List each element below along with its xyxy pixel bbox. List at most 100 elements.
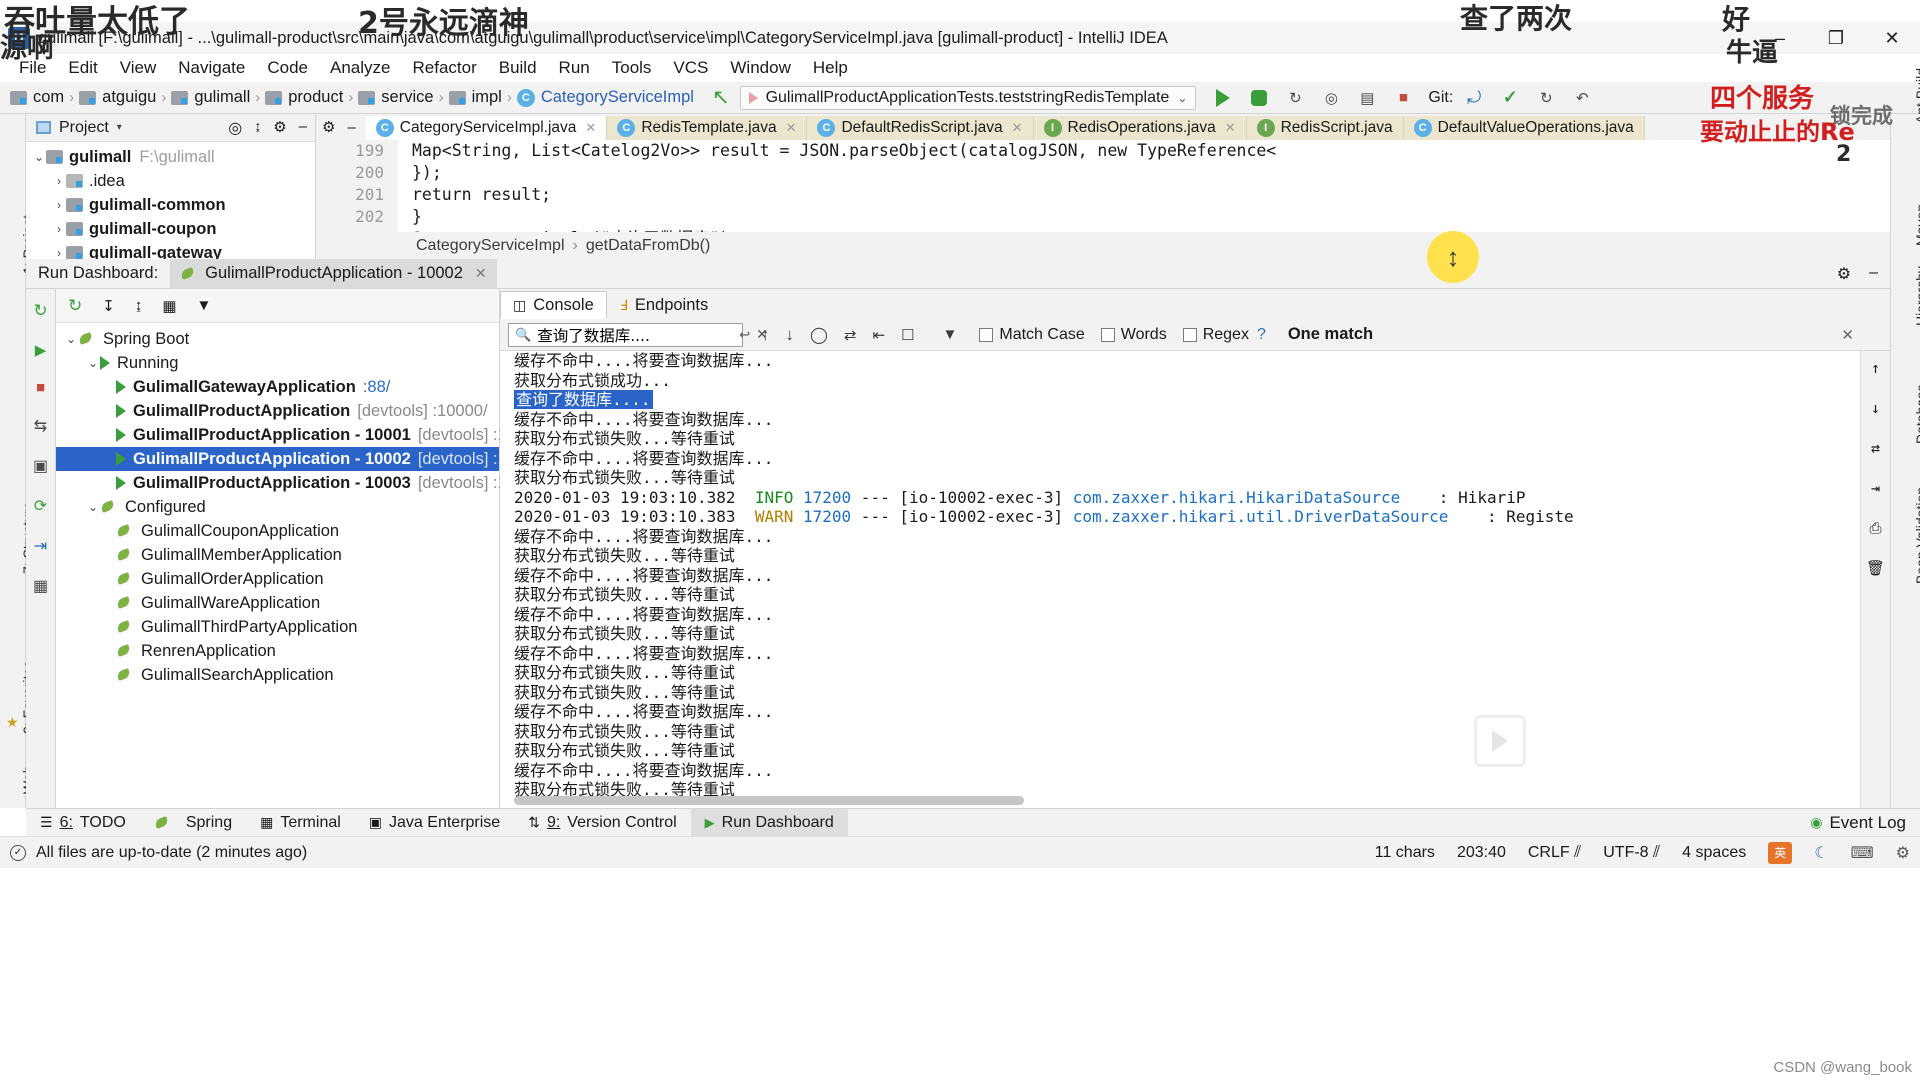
history-icon[interactable]: ↩ (739, 327, 750, 343)
words-checkbox[interactable]: Words (1100, 326, 1167, 344)
bottom-item-java-enterprise[interactable]: ▣ Java Enterprise (355, 809, 514, 837)
expander-icon[interactable]: ⌄ (64, 332, 78, 346)
console-horizontal-scrollbar[interactable] (514, 796, 1024, 805)
soft-wrap-icon[interactable]: ⇄ (1871, 439, 1880, 457)
scroll-end-icon[interactable]: ⇤ (872, 326, 885, 344)
rerun-icon[interactable]: ↻ (68, 296, 82, 316)
exit-icon[interactable]: ⇥ (34, 536, 47, 556)
expand-all-icon[interactable]: ↧ (102, 297, 115, 315)
tree-node-gulimall-common[interactable]: › gulimall-common (26, 193, 315, 217)
rd-node-member-app[interactable]: GulimallMemberApplication (56, 543, 499, 567)
tab-endpoints[interactable]: Ⅎ Endpoints (607, 291, 721, 319)
rd-node-renren-app[interactable]: RenrenApplication (56, 639, 499, 663)
code-breadcrumb-method[interactable]: getDataFromDb() (586, 237, 710, 255)
breadcrumb-item-impl[interactable]: impl (472, 88, 502, 107)
history-icon[interactable]: ↻ (1535, 87, 1557, 109)
find-close-icon[interactable]: ✕ (1841, 326, 1854, 344)
update-project-icon[interactable]: ⤾ (1463, 87, 1485, 109)
breadcrumb-item-product[interactable]: product (288, 88, 343, 107)
rd-node-spring-boot[interactable]: ⌄ Spring Boot (56, 327, 499, 351)
status-line-separator[interactable]: CRLF ⫽ (1528, 844, 1581, 862)
print-icon[interactable]: ⎙ (1869, 519, 1881, 537)
close-icon[interactable]: ✕ (585, 120, 596, 136)
status-encoding[interactable]: UTF-8 ⫽ (1603, 844, 1660, 862)
find-input-wrapper[interactable]: 🔍 ↩ ✕ (508, 322, 768, 347)
tab-console[interactable]: ◫ Console (500, 291, 607, 319)
code-breadcrumb-class[interactable]: CategoryServiceImpl (416, 237, 565, 255)
run-dashboard-tab[interactable]: GulimallProductApplication - 10002 ✕ (170, 258, 497, 289)
breadcrumb-item-class[interactable]: CategoryServiceImpl (541, 88, 694, 107)
tool-button-database[interactable]: Database (1913, 384, 1920, 444)
restart-icon[interactable]: ⇆ (34, 416, 47, 436)
tab-redis-template[interactable]: C RedisTemplate.java ✕ (607, 116, 808, 140)
settings-gear-icon[interactable]: ⚙ (273, 118, 286, 138)
attach-process-button[interactable]: ▤ (1356, 87, 1378, 109)
layout-icon[interactable]: ▦ (33, 576, 48, 596)
tab-default-value-operations[interactable]: C DefaultValueOperations.java (1403, 116, 1645, 140)
rd-node-coupon-app[interactable]: GulimallCouponApplication (56, 519, 499, 543)
filter-icon[interactable]: ▼ (197, 297, 212, 314)
settings-gear-icon[interactable]: ⚙ (322, 118, 335, 136)
tool-button-maven[interactable]: Maven (1913, 204, 1920, 246)
expander-icon[interactable]: ⌄ (32, 150, 46, 164)
event-log-button[interactable]: ◉ Event Log (1810, 813, 1920, 833)
breadcrumb-item-atguigu[interactable]: atguigu (102, 88, 156, 107)
menu-window[interactable]: Window (719, 55, 801, 81)
expander-icon[interactable]: ⌄ (86, 356, 100, 370)
run-configuration-selector[interactable]: GulimallProductApplicationTests.teststri… (739, 85, 1197, 110)
video-play-overlay[interactable] (1474, 715, 1526, 767)
ime-keyboard-icon[interactable]: ⌨ (1851, 843, 1874, 863)
group-by-icon[interactable]: ▦ (162, 297, 176, 315)
ime-indicator[interactable]: 英 (1768, 841, 1793, 864)
camera-icon[interactable]: ▣ (33, 456, 48, 476)
expander-icon[interactable]: ⌄ (86, 500, 100, 514)
menu-build[interactable]: Build (488, 55, 548, 81)
status-indent[interactable]: 4 spaces (1682, 844, 1746, 862)
tool-button-bean-validation[interactable]: Bean Validation (1913, 487, 1920, 584)
scroll-up-icon[interactable]: ↑ (1871, 359, 1880, 377)
rd-node-search-app[interactable]: GulimallSearchApplication (56, 663, 499, 687)
expander-icon[interactable]: › (52, 198, 66, 212)
chevron-down-icon[interactable]: ▾ (117, 122, 122, 133)
rd-node-product-app-10001[interactable]: GulimallProductApplication - 10001 [devt… (56, 423, 525, 447)
collapse-all-icon[interactable]: ↨ (254, 118, 261, 138)
code-editor[interactable]: 199 200 201 202 203 Map<String, List<Cat… (316, 140, 1890, 232)
find-next-icon[interactable]: ↓ (786, 325, 795, 345)
stop-icon[interactable]: ■ (36, 379, 45, 396)
bottom-item-todo[interactable]: ☰ 6: TODO (26, 809, 140, 837)
menu-view[interactable]: View (109, 55, 168, 81)
ime-moon-icon[interactable]: ☾ (1814, 843, 1828, 863)
select-all-occurrences-icon[interactable]: ◯ (810, 325, 828, 345)
regex-checkbox[interactable]: Regex (1182, 326, 1249, 344)
menu-analyze[interactable]: Analyze (319, 55, 401, 81)
hide-panel-icon[interactable]: – (299, 118, 307, 138)
soft-wrap-icon[interactable]: ⇄ (844, 326, 857, 344)
tree-node-gulimall[interactable]: ⌄ gulimall F:\gulimall (26, 145, 315, 169)
breadcrumb-item-service[interactable]: service (381, 88, 433, 107)
menu-code[interactable]: Code (256, 55, 319, 81)
menu-help[interactable]: Help (802, 55, 859, 81)
tree-node-idea[interactable]: › .idea (26, 169, 315, 193)
thread-dump-icon[interactable]: ⟳ (34, 496, 47, 516)
bottom-item-run-dashboard[interactable]: ▶ Run Dashboard (690, 808, 848, 837)
scroll-down-icon[interactable]: ↓ (1871, 399, 1880, 417)
tree-node-gulimall-coupon[interactable]: › gulimall-coupon (26, 217, 315, 241)
tab-default-redis-script[interactable]: C DefaultRedisScript.java ✕ (807, 116, 1034, 140)
close-icon[interactable]: ✕ (475, 265, 487, 282)
expander-icon[interactable]: › (52, 174, 66, 188)
regex-help-icon[interactable]: ? (1257, 326, 1266, 344)
rd-node-product-app-10003[interactable]: GulimallProductApplication - 10003 [devt… (56, 471, 525, 495)
rollback-icon[interactable]: ↶ (1571, 87, 1593, 109)
tool-button-ant-build[interactable]: Ant Build (1913, 68, 1920, 124)
collapse-all-icon[interactable]: ↨ (135, 297, 143, 314)
menu-run[interactable]: Run (548, 55, 601, 81)
menu-navigate[interactable]: Navigate (167, 55, 256, 81)
expander-icon[interactable]: › (52, 222, 66, 236)
rd-node-ware-app[interactable]: GulimallWareApplication (56, 591, 499, 615)
hide-panel-icon[interactable]: – (1869, 264, 1878, 284)
match-case-checkbox[interactable]: Match Case (979, 326, 1085, 344)
star-icon[interactable]: ★ (6, 714, 19, 731)
menu-tools[interactable]: Tools (601, 55, 663, 81)
commit-icon[interactable]: ✓ (1499, 87, 1521, 109)
rd-node-product-app-10002[interactable]: GulimallProductApplication - 10002 [devt… (56, 447, 525, 471)
